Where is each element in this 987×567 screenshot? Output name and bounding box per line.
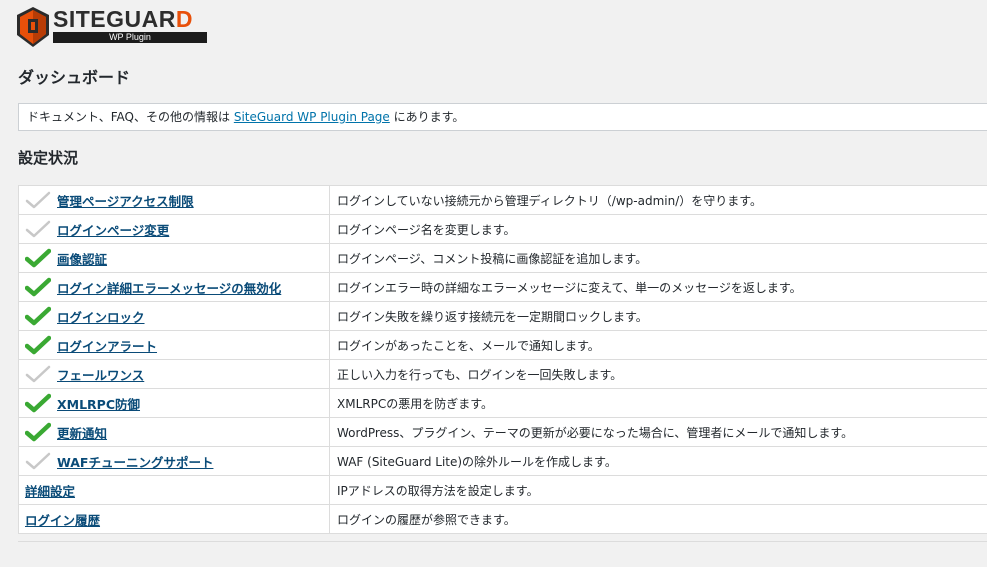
table-row: フェールワンス 正しい入力を行っても、ログインを一回失敗します。 bbox=[18, 359, 987, 389]
check-enabled-icon bbox=[25, 277, 51, 297]
feature-description: ログインの履歴が参照できます。 bbox=[329, 504, 987, 534]
feature-name-cell: WAFチューニングサポート bbox=[18, 446, 330, 476]
feature-link[interactable]: ログイン詳細エラーメッセージの無効化 bbox=[57, 278, 281, 297]
feature-link[interactable]: 画像認証 bbox=[57, 249, 107, 268]
info-notice: ドキュメント、FAQ、その他の情報は SiteGuard WP Plugin P… bbox=[18, 103, 987, 131]
table-row: 詳細設定 IPアドレスの取得方法を設定します。 bbox=[18, 475, 987, 505]
feature-name-cell: 詳細設定 bbox=[18, 475, 330, 505]
section-title: 設定状況 bbox=[18, 149, 79, 167]
feature-name-cell: ログイン詳細エラーメッセージの無効化 bbox=[18, 272, 330, 302]
shield-logo-icon bbox=[17, 7, 49, 47]
feature-link[interactable]: ログイン履歴 bbox=[25, 510, 100, 529]
feature-link[interactable]: ログインアラート bbox=[57, 336, 157, 355]
logo-subtitle: WP Plugin bbox=[53, 32, 207, 43]
feature-link[interactable]: ログインページ変更 bbox=[57, 220, 169, 239]
feature-name-cell: 管理ページアクセス制限 bbox=[18, 185, 330, 215]
table-row: WAFチューニングサポート WAF (SiteGuard Lite)の除外ルールを… bbox=[18, 446, 987, 476]
plugin-page-link[interactable]: SiteGuard WP Plugin Page bbox=[234, 110, 390, 124]
check-enabled-icon bbox=[25, 248, 51, 268]
feature-name-cell: フェールワンス bbox=[18, 359, 330, 389]
feature-name-cell: ログインロック bbox=[18, 301, 330, 331]
feature-name-cell: ログインアラート bbox=[18, 330, 330, 360]
feature-link[interactable]: 管理ページアクセス制限 bbox=[57, 191, 194, 210]
feature-link[interactable]: ログインロック bbox=[57, 307, 145, 326]
feature-description: WordPress、プラグイン、テーマの更新が必要になった場合に、管理者にメール… bbox=[329, 417, 987, 447]
feature-description: ログインしていない接続元から管理ディレクトリ（/wp-admin/）を守ります。 bbox=[329, 185, 987, 215]
feature-name-cell: ログイン履歴 bbox=[18, 504, 330, 534]
check-disabled-icon bbox=[25, 452, 51, 470]
check-enabled-icon bbox=[25, 393, 51, 413]
feature-description: XMLRPCの悪用を防ぎます。 bbox=[329, 388, 987, 418]
feature-name-cell: 更新通知 bbox=[18, 417, 330, 447]
check-enabled-icon bbox=[25, 422, 51, 442]
logo-title: SITEGUARD bbox=[53, 6, 193, 32]
table-row: ログインロック ログイン失敗を繰り返す接続元を一定期間ロックします。 bbox=[18, 301, 987, 331]
feature-name-cell: XMLRPC防御 bbox=[18, 388, 330, 418]
feature-description: ログインエラー時の詳細なエラーメッセージに変えて、単一のメッセージを返します。 bbox=[329, 272, 987, 302]
feature-description: ログインページ、コメント投稿に画像認証を追加します。 bbox=[329, 243, 987, 273]
page-title: ダッシュボード bbox=[18, 68, 131, 87]
check-enabled-icon bbox=[25, 306, 51, 326]
table-row: ログイン履歴 ログインの履歴が参照できます。 bbox=[18, 504, 987, 534]
feature-link[interactable]: WAFチューニングサポート bbox=[57, 452, 213, 471]
check-disabled-icon bbox=[25, 191, 51, 209]
feature-link[interactable]: フェールワンス bbox=[57, 365, 144, 384]
feature-name-cell: 画像認証 bbox=[18, 243, 330, 273]
table-bottom-divider bbox=[18, 541, 987, 542]
feature-link[interactable]: XMLRPC防御 bbox=[57, 394, 140, 413]
settings-status-table: 管理ページアクセス制限 ログインしていない接続元から管理ディレクトリ（/wp-ad… bbox=[18, 185, 987, 534]
feature-link[interactable]: 更新通知 bbox=[57, 423, 107, 442]
feature-name-cell: ログインページ変更 bbox=[18, 214, 330, 244]
feature-description: IPアドレスの取得方法を設定します。 bbox=[329, 475, 987, 505]
check-disabled-icon bbox=[25, 220, 51, 238]
table-row: 更新通知 WordPress、プラグイン、テーマの更新が必要になった場合に、管理者… bbox=[18, 417, 987, 447]
feature-description: ログインページ名を変更します。 bbox=[329, 214, 987, 244]
table-row: 管理ページアクセス制限 ログインしていない接続元から管理ディレクトリ（/wp-ad… bbox=[18, 185, 987, 215]
feature-link[interactable]: 詳細設定 bbox=[25, 481, 75, 500]
feature-description: 正しい入力を行っても、ログインを一回失敗します。 bbox=[329, 359, 987, 389]
table-row: ログインページ変更 ログインページ名を変更します。 bbox=[18, 214, 987, 244]
table-row: 画像認証 ログインページ、コメント投稿に画像認証を追加します。 bbox=[18, 243, 987, 273]
feature-description: ログイン失敗を繰り返す接続元を一定期間ロックします。 bbox=[329, 301, 987, 331]
feature-description: ログインがあったことを、メールで通知します。 bbox=[329, 330, 987, 360]
siteguard-logo: SITEGUARD WP Plugin bbox=[17, 7, 207, 47]
check-disabled-icon bbox=[25, 365, 51, 383]
table-row: XMLRPC防御 XMLRPCの悪用を防ぎます。 bbox=[18, 388, 987, 418]
table-row: ログインアラート ログインがあったことを、メールで通知します。 bbox=[18, 330, 987, 360]
table-row: ログイン詳細エラーメッセージの無効化 ログインエラー時の詳細なエラーメッセージに変… bbox=[18, 272, 987, 302]
feature-description: WAF (SiteGuard Lite)の除外ルールを作成します。 bbox=[329, 446, 987, 476]
check-enabled-icon bbox=[25, 335, 51, 355]
